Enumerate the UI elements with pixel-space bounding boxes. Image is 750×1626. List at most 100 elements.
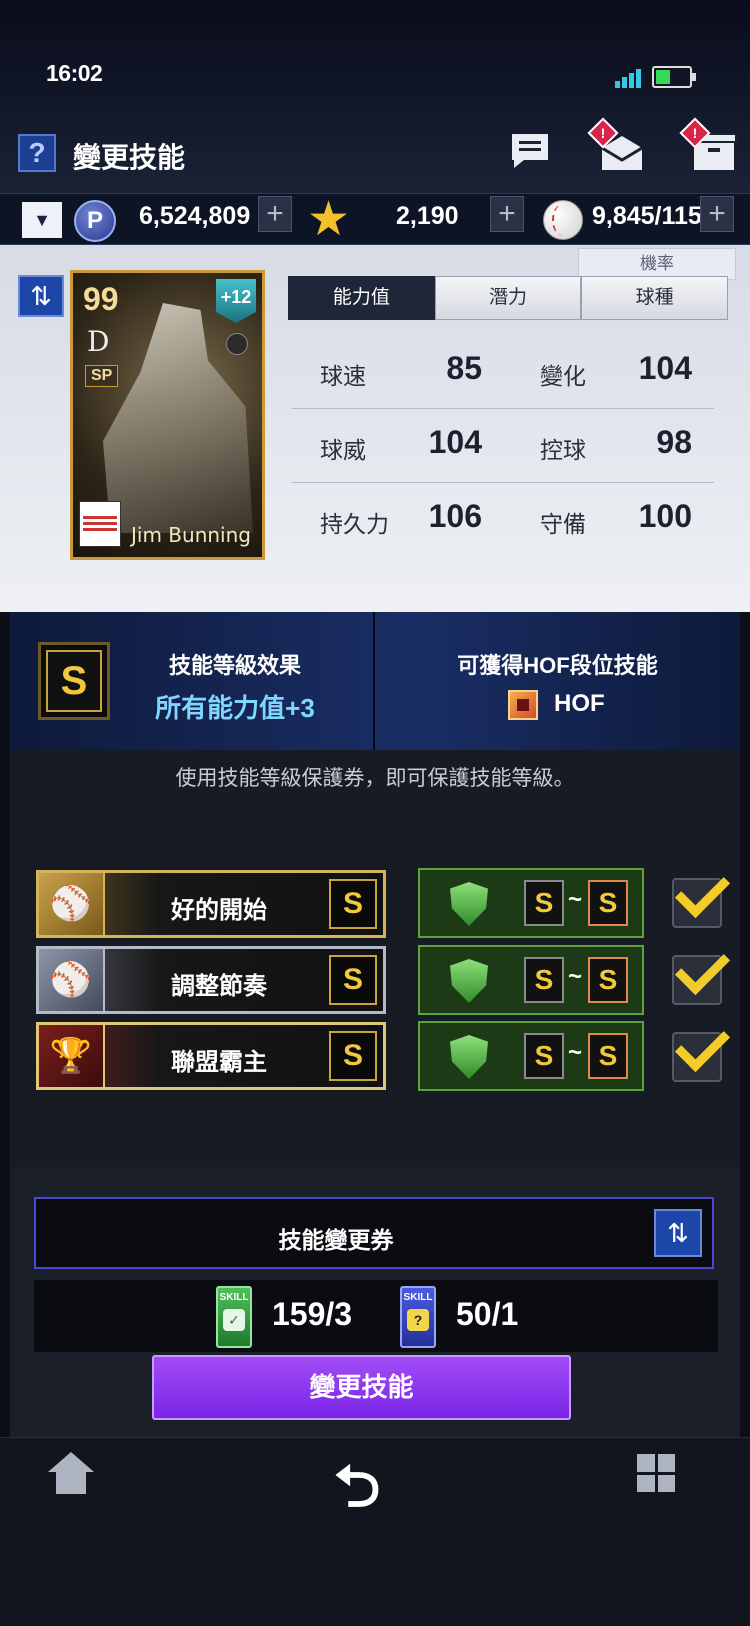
skill-row[interactable]: 🏆 聯盟霸主 S xyxy=(36,1022,386,1090)
battery-icon xyxy=(652,66,696,88)
card-upgrade-badge: +12 xyxy=(216,279,256,323)
stat-label: 變化 xyxy=(540,363,586,389)
stat-label: 控球 xyxy=(540,437,586,463)
hof-icon xyxy=(508,690,538,720)
stat-value: 106 xyxy=(428,498,482,534)
hall-of-fame-logo xyxy=(79,501,121,547)
stat-value: 98 xyxy=(656,424,692,460)
chat-icon[interactable] xyxy=(508,128,552,172)
team-logo: D xyxy=(87,325,110,358)
signal-icon xyxy=(615,68,645,88)
back-icon[interactable]: ⮌ xyxy=(334,1444,380,1543)
skill-row[interactable]: ⚾ 調整節奏 S xyxy=(36,946,386,1014)
baseball-icon xyxy=(543,200,583,240)
trophy-icon: 🏆 xyxy=(39,1025,105,1087)
chevron-down-icon[interactable]: ▼ xyxy=(22,202,62,238)
menu-grid-icon[interactable] xyxy=(637,1454,675,1492)
skill-grade: S xyxy=(329,879,377,929)
inventory-box-icon[interactable]: ! xyxy=(679,117,738,172)
currency-bar: ▼ P 6,524,809 + ★ 2,190 + 9,845/115 + xyxy=(0,193,750,245)
skill-row[interactable]: ⚾ 好的開始 S xyxy=(36,870,386,938)
protection-notice: 使用技能等級保護券，即可保護技能等級。 xyxy=(175,767,575,790)
swap-ticket-button[interactable]: ⇅ xyxy=(654,1209,702,1257)
shield-icon xyxy=(450,1035,488,1079)
hof-label: HOF xyxy=(554,690,605,717)
ticket-count: 50/1 xyxy=(456,1296,519,1332)
mail-icon[interactable]: ! xyxy=(587,117,646,174)
stars-value: 2,190 xyxy=(396,202,459,230)
page-title: 變更技能 xyxy=(73,142,186,173)
skill-grade-badge: S xyxy=(38,642,110,720)
card-type-badge: SP xyxy=(85,365,119,387)
stat-label: 球威 xyxy=(320,437,366,463)
help-button[interactable]: ? xyxy=(18,134,56,172)
add-stars-button[interactable]: + xyxy=(490,196,524,232)
stat-label: 守備 xyxy=(540,511,586,537)
player-name: Jim Bunning xyxy=(131,523,251,547)
protect-checkbox[interactable] xyxy=(672,955,722,1005)
stat-row: 球速 85 變化 104 xyxy=(292,335,714,409)
stat-tabs: 能力值 潛力 球種 xyxy=(288,276,729,320)
stat-row: 球威 104 控球 98 xyxy=(292,409,714,483)
grade-from: S xyxy=(524,1033,564,1079)
add-balls-button[interactable]: + xyxy=(700,196,734,232)
skill-change-ticket-selector[interactable]: 技能變更券 ⇅ xyxy=(34,1197,714,1269)
skill-grade: S xyxy=(329,955,377,1005)
lock-icon xyxy=(226,333,248,355)
top-bar: 16:02 ? 變更技能 ! ! xyxy=(0,0,750,193)
skill-section: S 技能等級效果 所有能力值+3 可獲得HOF段位技能 HOF 使用技能等級保護… xyxy=(10,612,740,1167)
skill-effects-banner: S 技能等級效果 所有能力值+3 可獲得HOF段位技能 HOF xyxy=(10,612,740,750)
player-panel: 機率 ⇅ 99 D SP +12 Jim Bunning 能力值 潛力 球種 球… xyxy=(0,245,750,612)
tab-abilities[interactable]: 能力值 xyxy=(288,276,435,320)
points-coin-icon: P xyxy=(74,200,116,242)
status-time: 16:02 xyxy=(46,60,103,86)
stat-label: 球速 xyxy=(320,363,366,389)
skill-protection: S ~ S xyxy=(418,1021,644,1091)
stat-value: 85 xyxy=(446,350,482,386)
hof-skill-title: 可獲得HOF段位技能 xyxy=(457,653,658,678)
skill-effect-title: 技能等級效果 xyxy=(168,653,301,678)
pitcher-icon: ⚾ xyxy=(39,949,105,1011)
change-skill-button[interactable]: 變更技能 xyxy=(152,1355,571,1420)
skill-name: 調整節奏 xyxy=(171,973,267,1000)
skill-name: 聯盟霸主 xyxy=(171,1049,267,1076)
tab-pitches[interactable]: 球種 xyxy=(581,276,729,320)
protect-checkbox[interactable] xyxy=(672,1032,722,1082)
swap-player-button[interactable]: ⇅ xyxy=(18,275,64,317)
balls-value: 9,845/115 xyxy=(592,202,702,230)
skill-protection: S ~ S xyxy=(418,868,644,938)
card-overall: 99 xyxy=(83,281,119,317)
grade-to: S xyxy=(588,880,628,926)
grade-from: S xyxy=(524,880,564,926)
bottom-nav: ⮌ xyxy=(0,1437,750,1626)
ticket-label: 技能變更券 xyxy=(278,1227,394,1253)
stat-value: 100 xyxy=(638,498,692,534)
stat-value: 104 xyxy=(428,424,482,460)
skill-ticket-icon: SKILL ✓ xyxy=(216,1286,252,1348)
skill-effect-value: 所有能力值+3 xyxy=(155,693,315,723)
grade-to: S xyxy=(588,1033,628,1079)
tab-potential[interactable]: 潛力 xyxy=(434,276,582,320)
skill-name: 好的開始 xyxy=(171,897,267,924)
skill-random-ticket-icon: SKILL? xyxy=(400,1286,436,1348)
skill-grade: S xyxy=(329,1031,377,1081)
shield-icon xyxy=(450,959,488,1003)
divider xyxy=(373,612,375,750)
stats-table: 球速 85 變化 104 球威 104 控球 98 持久力 106 守備 100 xyxy=(292,335,714,557)
home-icon[interactable] xyxy=(48,1452,94,1498)
stat-row: 持久力 106 守備 100 xyxy=(292,483,714,557)
player-card[interactable]: 99 D SP +12 Jim Bunning xyxy=(70,270,265,560)
shield-icon xyxy=(450,882,488,926)
ticket-counts: SKILL ✓ 159/3 SKILL? 50/1 xyxy=(34,1280,718,1352)
protect-checkbox[interactable] xyxy=(672,878,722,928)
grade-from: S xyxy=(524,957,564,1003)
ticket-count: 159/3 xyxy=(272,1296,353,1332)
grade-to: S xyxy=(588,957,628,1003)
star-icon: ★ xyxy=(307,193,351,246)
add-points-button[interactable]: + xyxy=(258,196,292,232)
stat-label: 持久力 xyxy=(320,511,389,537)
stat-value: 104 xyxy=(638,350,692,386)
points-value: 6,524,809 xyxy=(139,202,251,230)
pitcher-icon: ⚾ xyxy=(39,873,105,935)
skill-protection: S ~ S xyxy=(418,945,644,1015)
